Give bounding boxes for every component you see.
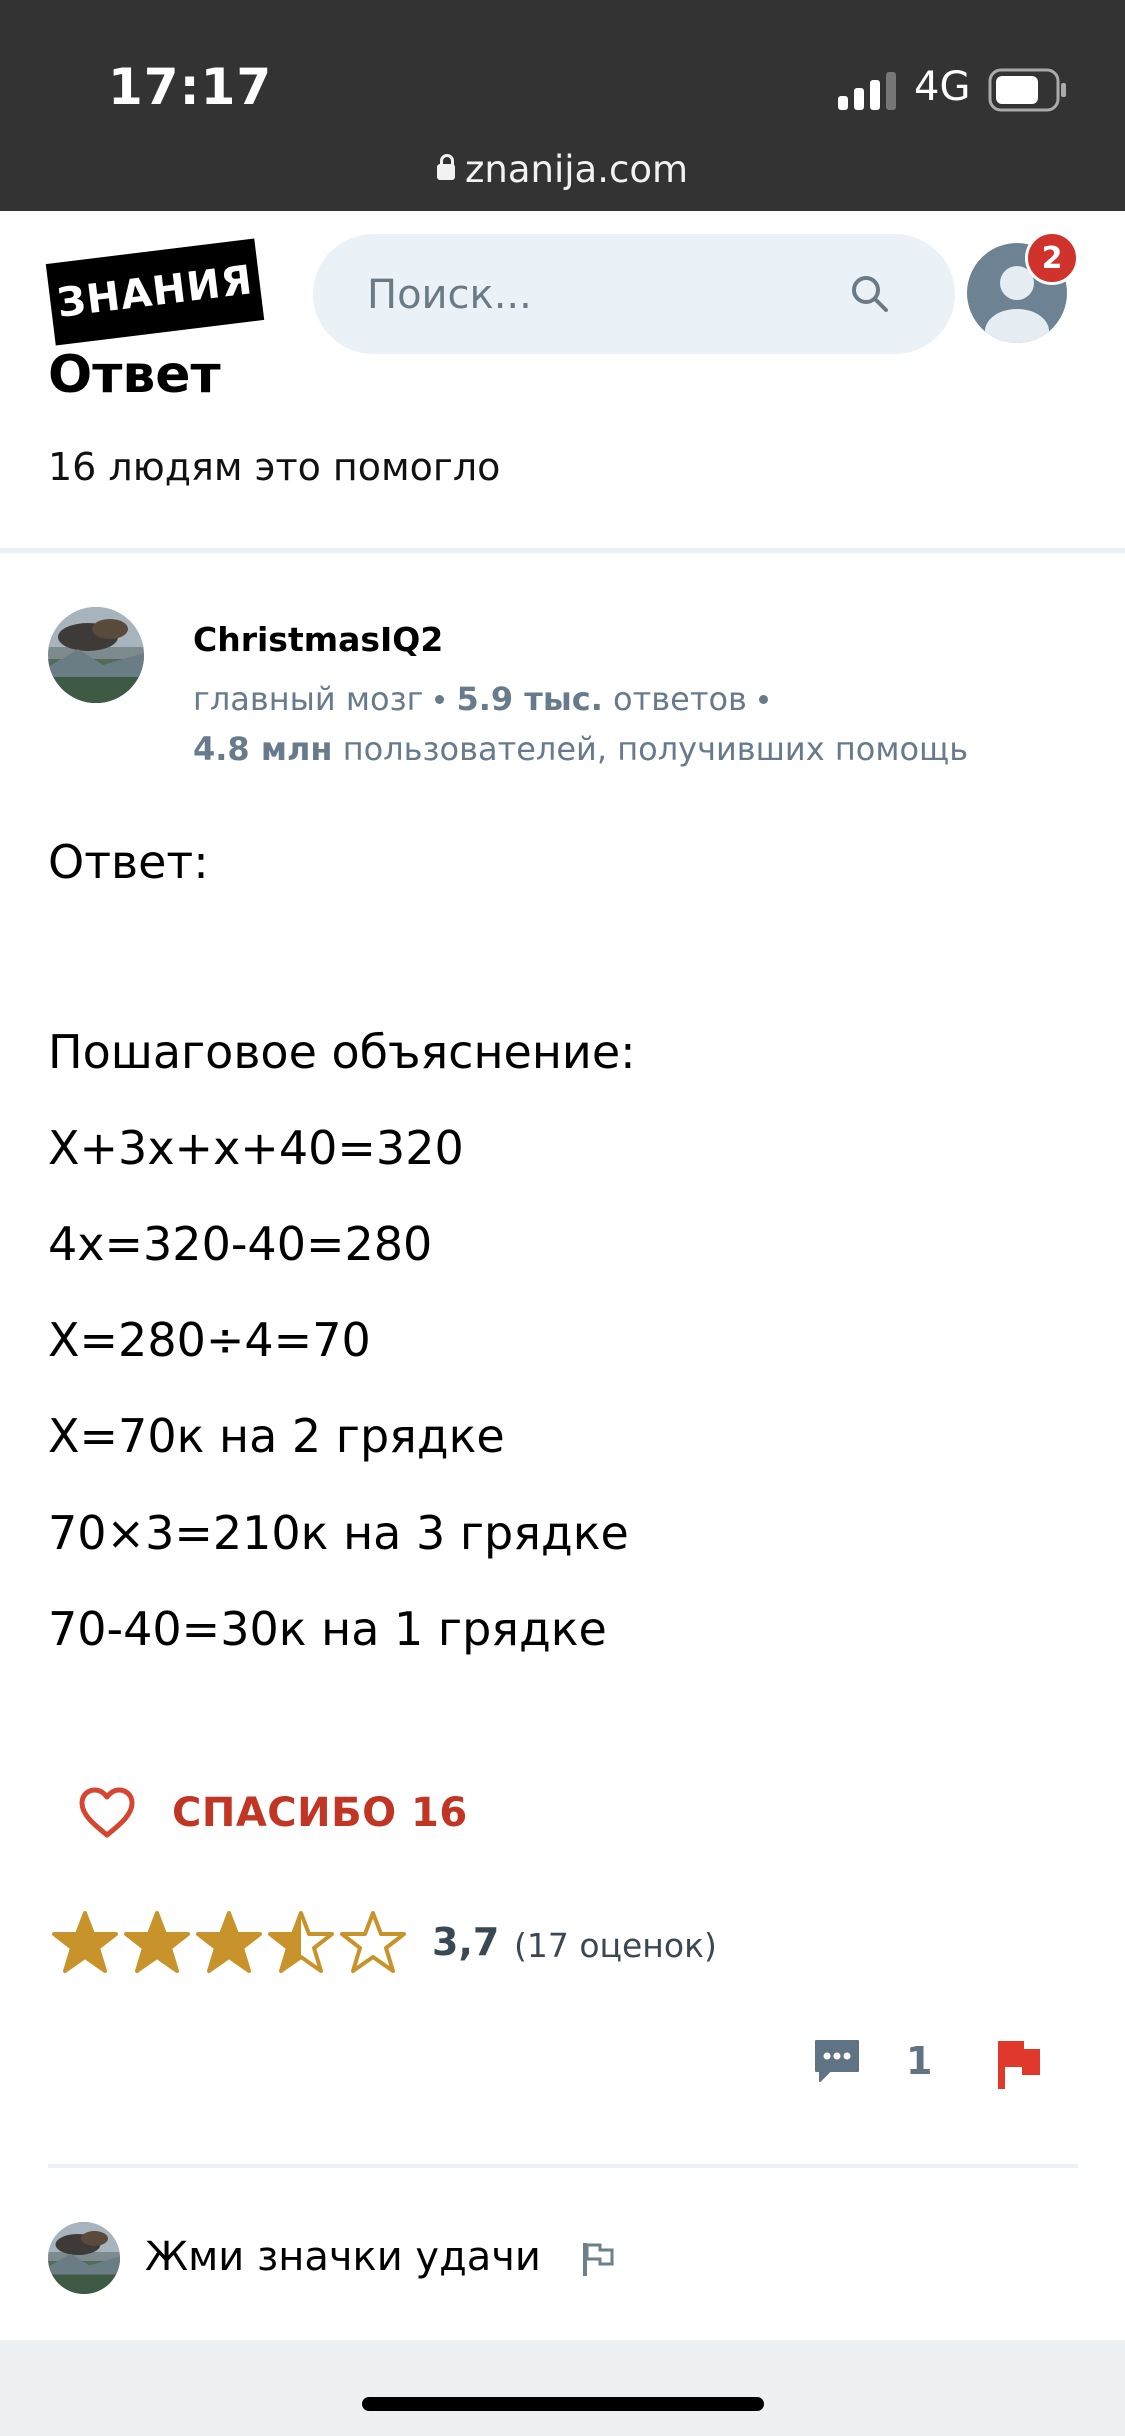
rating-stars[interactable]	[50, 1910, 410, 1976]
clock: 17:17	[108, 58, 273, 116]
search-input[interactable]	[365, 264, 829, 326]
commenter-avatar[interactable]	[48, 2222, 120, 2294]
answer-line: 70×3=210к на 3 грядке	[48, 1506, 629, 1560]
author-meta-line1: главный мозг 5.9 тыс. ответов	[193, 680, 780, 718]
helped-users-label: пользователей, получивших помощь	[342, 730, 969, 768]
site-header: ЗНАНИЯ 2	[0, 211, 1125, 361]
url-text: znanija.com	[464, 148, 688, 191]
star-icon[interactable]	[122, 1910, 192, 1976]
star-icon[interactable]	[194, 1910, 264, 1976]
comments-button[interactable]: 1	[812, 2037, 932, 2085]
lock-icon	[436, 154, 455, 180]
helped-count: 16 людям это помогло	[48, 445, 501, 489]
section-divider	[0, 548, 1125, 553]
star-icon[interactable]	[338, 1910, 408, 1976]
report-comment-flag-icon[interactable]	[580, 2240, 616, 2278]
report-flag-icon[interactable]	[994, 2037, 1044, 2091]
section-divider	[48, 2164, 1078, 2168]
bottom-bar	[0, 2340, 1125, 2436]
comments-count: 1	[906, 2039, 933, 2083]
answer-line: X=70к на 2 грядке	[48, 1409, 505, 1463]
landscape-photo-icon	[48, 2222, 120, 2294]
answer-line: 70-40=30к на 1 грядке	[48, 1602, 607, 1656]
answer-line: Пошаговое объяснение:	[48, 1025, 636, 1079]
heart-icon	[79, 1787, 135, 1838]
answer-line: Ответ:	[48, 835, 209, 889]
network-type: 4G	[914, 64, 971, 110]
address-bar[interactable]: znanija.com	[0, 148, 1125, 191]
answer-line: X=280÷4=70	[48, 1313, 371, 1367]
notification-badge[interactable]: 2	[1025, 231, 1079, 285]
separator-dot	[435, 695, 445, 704]
status-bar: 17:17 4G znanija.com	[0, 0, 1125, 211]
author-rank: главный мозг	[193, 680, 424, 718]
answer-line: 4x=320-40=280	[48, 1217, 433, 1271]
thanks-label: СПАСИБО 16	[172, 1790, 468, 1836]
cellular-signal-icon	[838, 72, 896, 110]
comment-icon	[815, 2040, 859, 2082]
author-meta-line2: 4.8 млн пользователей, получивших помощь	[193, 730, 968, 768]
search-bar[interactable]	[313, 234, 955, 354]
answer-line: X+3x+x+40=320	[48, 1121, 464, 1175]
author-name[interactable]: ChristmasIQ2	[193, 620, 443, 659]
answers-count: 5.9 тыс.	[456, 680, 603, 718]
rating-count: (17 оценок)	[514, 1926, 717, 1965]
brand-logo[interactable]: ЗНАНИЯ	[45, 238, 265, 346]
author-avatar[interactable]	[48, 607, 144, 703]
search-icon[interactable]	[848, 272, 892, 316]
landscape-photo-icon	[48, 607, 144, 703]
star-icon[interactable]	[50, 1910, 120, 1976]
rating-value: 3,7	[432, 1920, 500, 1964]
answer-heading: Ответ	[48, 345, 221, 405]
battery-icon	[988, 68, 1066, 112]
comment-text: Жми значки удачи	[145, 2234, 541, 2280]
answers-label: ответов	[613, 680, 747, 718]
home-indicator[interactable]	[362, 2397, 764, 2411]
star-icon[interactable]	[266, 1910, 336, 1976]
separator-dot	[758, 695, 768, 704]
thanks-button[interactable]: СПАСИБО 16	[78, 1787, 468, 1839]
helped-users-count: 4.8 млн	[193, 730, 333, 768]
